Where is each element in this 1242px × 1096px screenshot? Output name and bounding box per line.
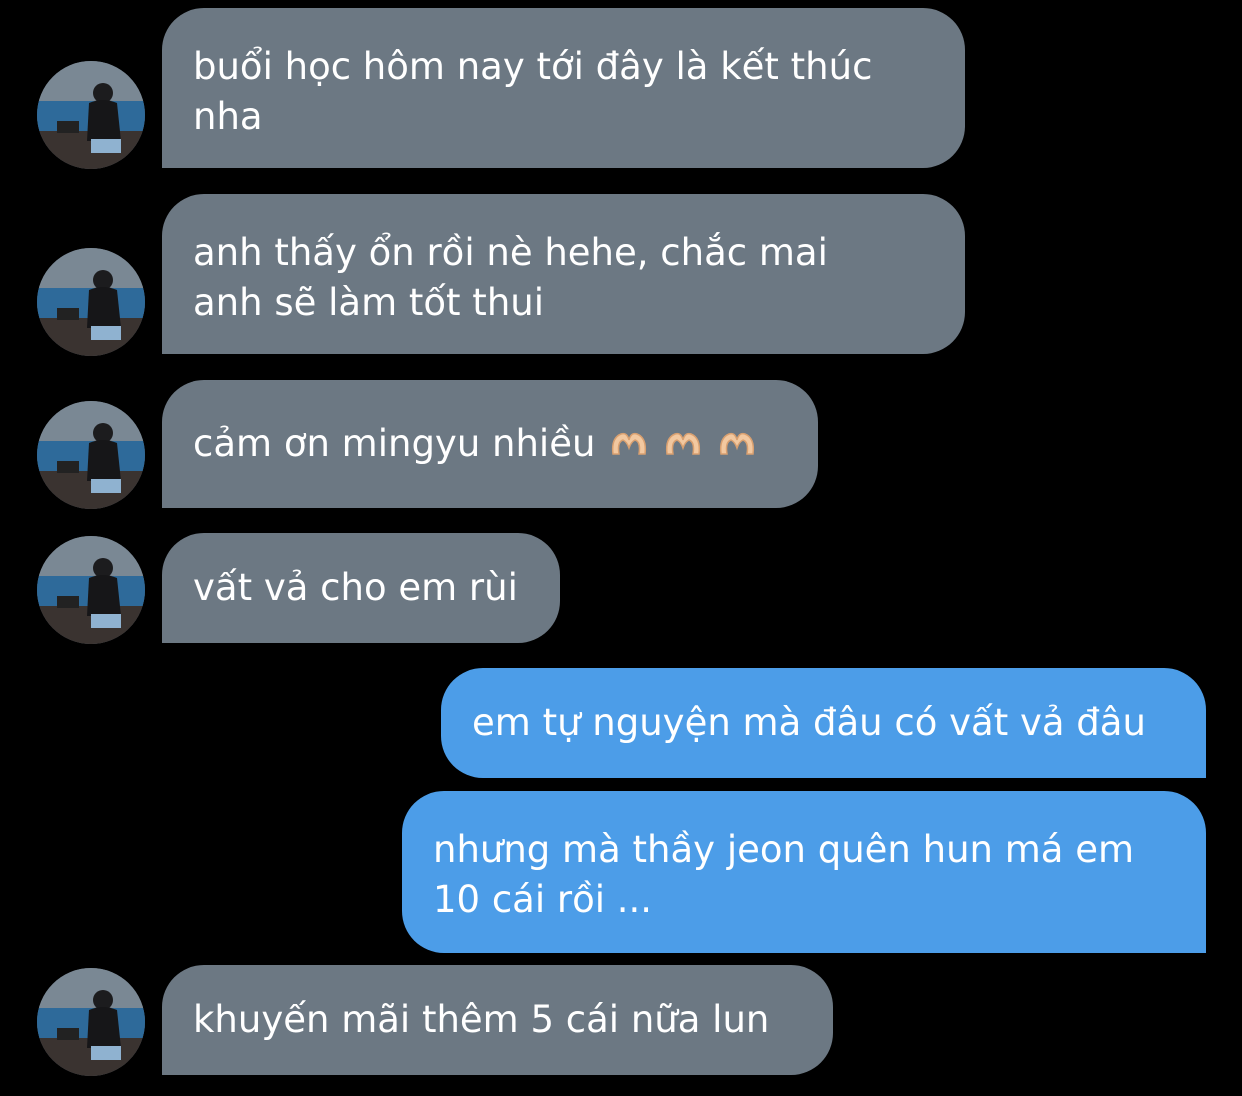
profile-photo-icon xyxy=(37,401,145,509)
avatar[interactable] xyxy=(37,248,145,356)
message-text: cảm ơn mingyu nhiều xyxy=(193,422,596,465)
profile-photo-icon xyxy=(37,61,145,169)
message-text: em tự nguyện mà đâu có vất vả đâu xyxy=(472,701,1146,744)
avatar[interactable] xyxy=(37,536,145,644)
message-text: khuyến mãi thêm 5 cái nữa lun xyxy=(193,998,770,1041)
message-bubble-received[interactable]: cảm ơn mingyu nhiều xyxy=(162,380,818,508)
message-bubble-received[interactable]: anh thấy ổn rồi nè hehe, chắc mai anh sẽ… xyxy=(162,194,965,354)
profile-photo-icon xyxy=(37,536,145,644)
heart-hands-emoji-icon xyxy=(720,432,755,455)
message-bubble-sent[interactable]: em tự nguyện mà đâu có vất vả đâu xyxy=(441,668,1206,778)
avatar[interactable] xyxy=(37,968,145,1076)
heart-hands-emoji-icon xyxy=(612,432,647,455)
message-bubble-received[interactable]: buổi học hôm nay tới đây là kết thúc nha xyxy=(162,8,965,168)
heart-hands-emoji-icon xyxy=(666,432,701,455)
message-text: vất vả cho em rùi xyxy=(193,566,518,609)
message-bubble-received[interactable]: vất vả cho em rùi xyxy=(162,533,560,643)
profile-photo-icon xyxy=(37,248,145,356)
message-bubble-sent[interactable]: nhưng mà thầy jeon quên hun má em 10 cái… xyxy=(402,791,1206,953)
message-bubble-received[interactable]: khuyến mãi thêm 5 cái nữa lun xyxy=(162,965,833,1075)
avatar[interactable] xyxy=(37,401,145,509)
avatar[interactable] xyxy=(37,61,145,169)
emoji-group xyxy=(609,426,757,462)
profile-photo-icon xyxy=(37,968,145,1076)
